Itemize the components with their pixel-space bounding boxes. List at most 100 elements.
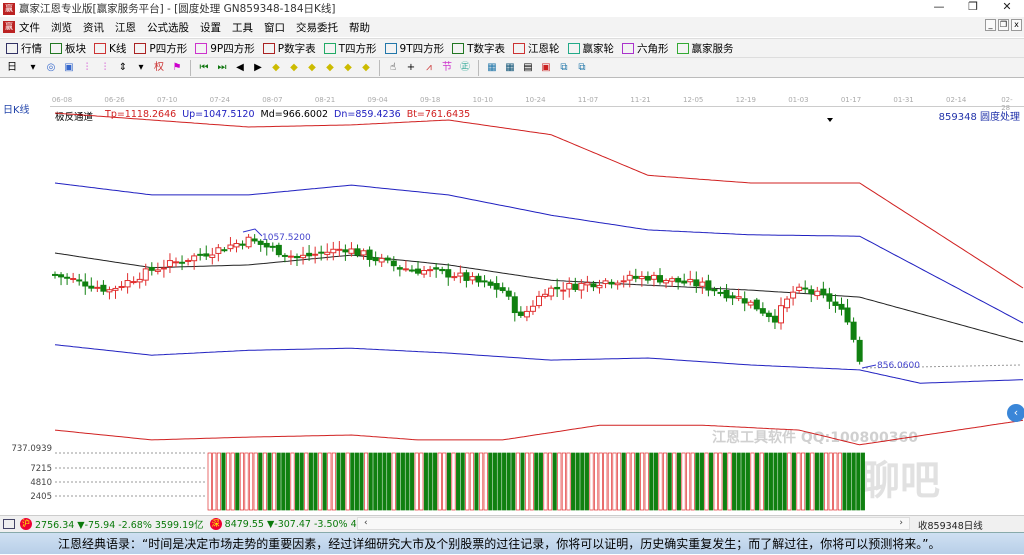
candle-body (415, 268, 421, 274)
candle-body (487, 281, 494, 286)
candle-body (300, 254, 307, 259)
volume-bar (396, 452, 401, 511)
volume-bar (778, 452, 783, 511)
volume-bar (318, 452, 323, 511)
candle-body (457, 272, 464, 277)
candle-body (796, 286, 803, 292)
volume-bar (860, 452, 865, 511)
volume-bar (515, 452, 520, 511)
candle-body (427, 269, 434, 272)
volume-bar (548, 452, 553, 511)
volume-bar (750, 452, 755, 511)
volume-bar (230, 452, 235, 511)
candle-body (554, 286, 561, 290)
volume-bar (663, 452, 668, 511)
candle-body (542, 293, 549, 297)
volume-bar (345, 452, 350, 511)
cursor-marker-icon (827, 118, 833, 122)
volume-bar (681, 452, 686, 511)
candle-body (306, 252, 313, 257)
volume-bar (580, 452, 585, 511)
candle-body (408, 269, 415, 272)
candle-body (584, 282, 591, 286)
volume-bar (773, 452, 778, 511)
volume-bar (276, 452, 281, 511)
candle-body (663, 279, 670, 284)
candle-body (384, 257, 391, 261)
candle-body (771, 315, 778, 323)
volume-bar (617, 452, 622, 511)
candle-body (360, 250, 367, 256)
candle-body (269, 245, 276, 248)
candle-body (390, 260, 397, 267)
volume-bar (446, 452, 451, 511)
volume-bar (249, 452, 254, 511)
volume-bar (709, 452, 714, 511)
volume-bar (492, 452, 497, 511)
volume-bar (368, 452, 373, 511)
volume-bar (594, 452, 599, 511)
volume-bar (851, 452, 856, 511)
candle-body (209, 254, 216, 258)
volume-bar (525, 452, 530, 511)
volume-bar (488, 452, 493, 511)
kline-chart[interactable]: 1057.5200 856.0600 (0, 0, 1024, 554)
volume-axis-label: 737.0939 (11, 444, 52, 454)
keyboard-icon[interactable] (3, 519, 15, 529)
volume-bar (805, 452, 810, 511)
volume-bar (658, 452, 663, 511)
volume-bar (791, 452, 796, 511)
volume-bar (387, 452, 392, 511)
candle-body (130, 281, 137, 284)
volume-bar (308, 452, 313, 511)
candle-body (723, 289, 730, 299)
candle-body (566, 282, 573, 290)
candle-body (620, 280, 627, 283)
candle-body (142, 268, 149, 281)
expand-panel-button[interactable]: ‹ (1007, 404, 1024, 422)
volume-bar (322, 452, 327, 511)
candle-body (166, 260, 173, 267)
candle-body (820, 288, 827, 296)
volume-bar (589, 452, 594, 511)
candle-body (511, 296, 518, 314)
volume-bar (603, 452, 608, 511)
volume-bar (796, 452, 801, 511)
volume-bar (621, 452, 626, 511)
volume-bar (359, 452, 364, 511)
volume-bar (290, 452, 295, 511)
volume-bar (718, 452, 723, 511)
candle-body (215, 247, 222, 254)
band-tp-line (54, 112, 1024, 289)
volume-bar (377, 452, 382, 511)
volume-bar (244, 452, 249, 511)
candle-body (717, 291, 724, 294)
horizontal-scrollbar[interactable]: ‹ › (357, 517, 910, 530)
candle-body (173, 261, 179, 264)
candle-body (572, 283, 579, 290)
candle-body (191, 255, 198, 262)
candle-body (136, 278, 143, 283)
candle-body (203, 253, 210, 257)
volume-bar (419, 452, 424, 511)
volume-bar (584, 452, 589, 511)
candle-body (765, 312, 772, 318)
volume-bar (451, 452, 456, 511)
candle-body (324, 251, 331, 255)
candle-body (802, 287, 809, 290)
candle-body (747, 301, 754, 306)
volume-bar (295, 452, 300, 511)
volume-bar (626, 452, 631, 511)
candle-body (536, 295, 542, 307)
volume-bar (819, 452, 824, 511)
scroll-right-icon[interactable]: › (899, 518, 903, 528)
candle-body (445, 269, 452, 278)
candle-body (287, 255, 294, 258)
volume-bar (690, 452, 695, 511)
volume-bar (575, 452, 580, 511)
volume-bar (543, 452, 548, 511)
candle-body (378, 257, 385, 263)
candle-body (94, 286, 101, 289)
volume-axis-label: 2405 (30, 492, 52, 502)
scroll-left-icon[interactable]: ‹ (364, 518, 368, 528)
